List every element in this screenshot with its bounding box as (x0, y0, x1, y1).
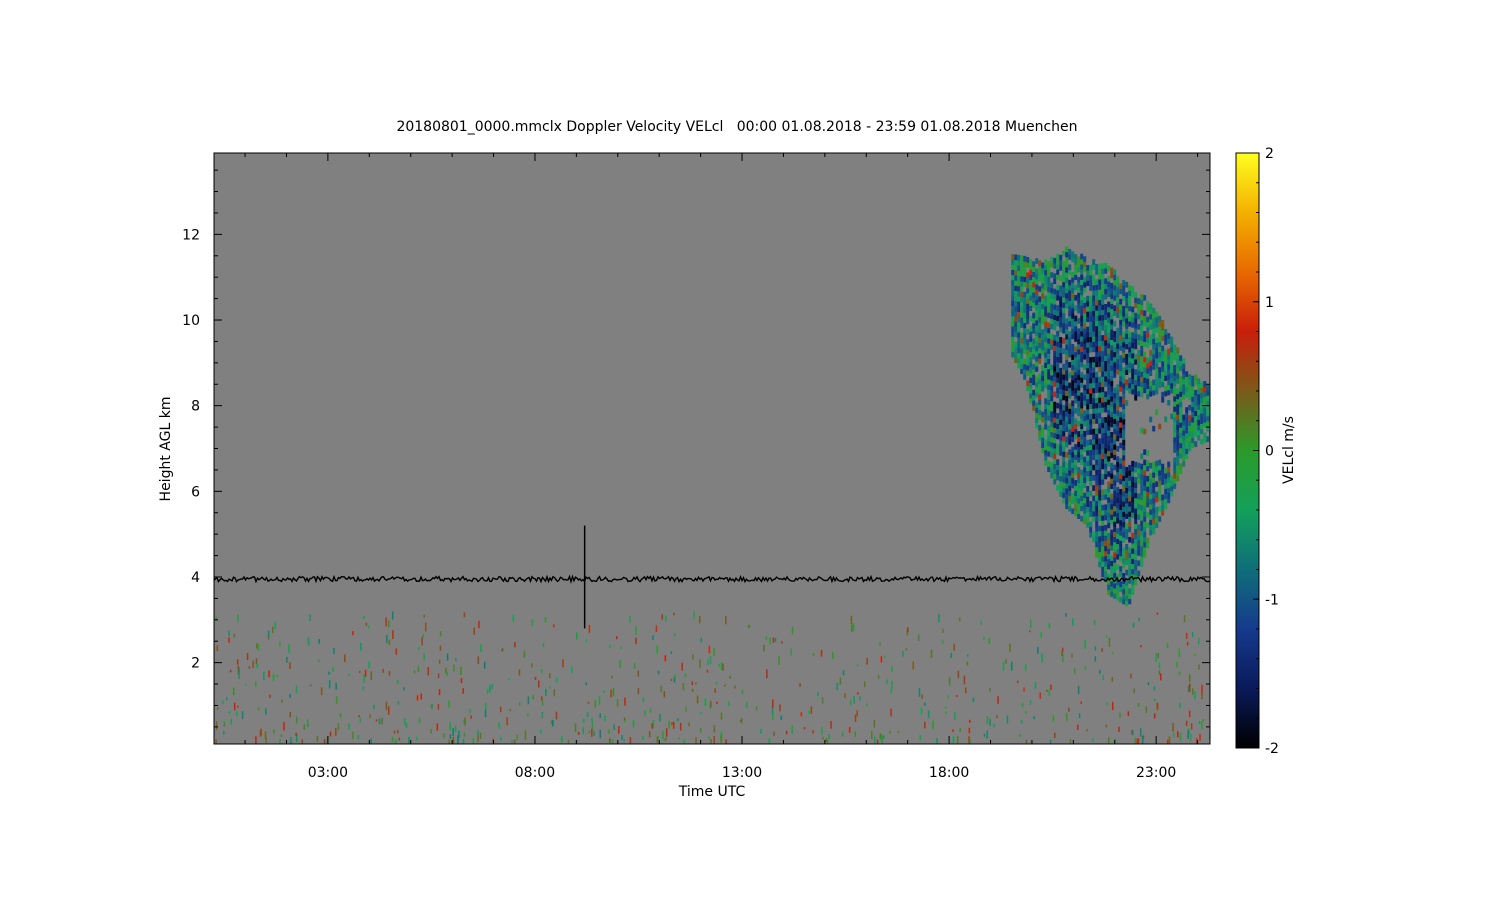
doppler-velocity-chart: 20180801_0000.mmclx Doppler Velocity VEL… (158, 119, 1297, 800)
y-axis-label: Height AGL km (158, 397, 174, 502)
colorbar-label: VELcl m/s (1281, 416, 1297, 484)
y-tick-label: 2 (191, 656, 200, 672)
x-tick-label: 23:00 (1136, 765, 1176, 781)
x-axis-label: Time UTC (678, 784, 746, 800)
y-tick-label: 6 (191, 484, 200, 500)
colorbar-tick-label: -2 (1265, 741, 1279, 757)
x-tick-label: 13:00 (722, 765, 762, 781)
colorbar-tick-label: 1 (1265, 295, 1274, 311)
y-tick-label: 10 (182, 313, 200, 329)
colorbar-tick-label: -1 (1265, 592, 1279, 608)
colorbar-tick-label: 2 (1265, 146, 1274, 162)
x-tick-label: 08:00 (515, 765, 555, 781)
y-tick-label: 4 (191, 570, 200, 586)
colorbar: 2 1 0 -1 -2 VELcl m/s (1235, 146, 1297, 757)
x-tick-label: 03:00 (308, 765, 348, 781)
chart-title: 20180801_0000.mmclx Doppler Velocity VEL… (396, 119, 1077, 135)
y-tick-label: 12 (182, 227, 200, 243)
y-tick-label: 8 (191, 399, 200, 415)
plot-area (213, 152, 1211, 745)
x-tick-label: 18:00 (929, 765, 969, 781)
colorbar-tick-label: 0 (1265, 444, 1274, 460)
